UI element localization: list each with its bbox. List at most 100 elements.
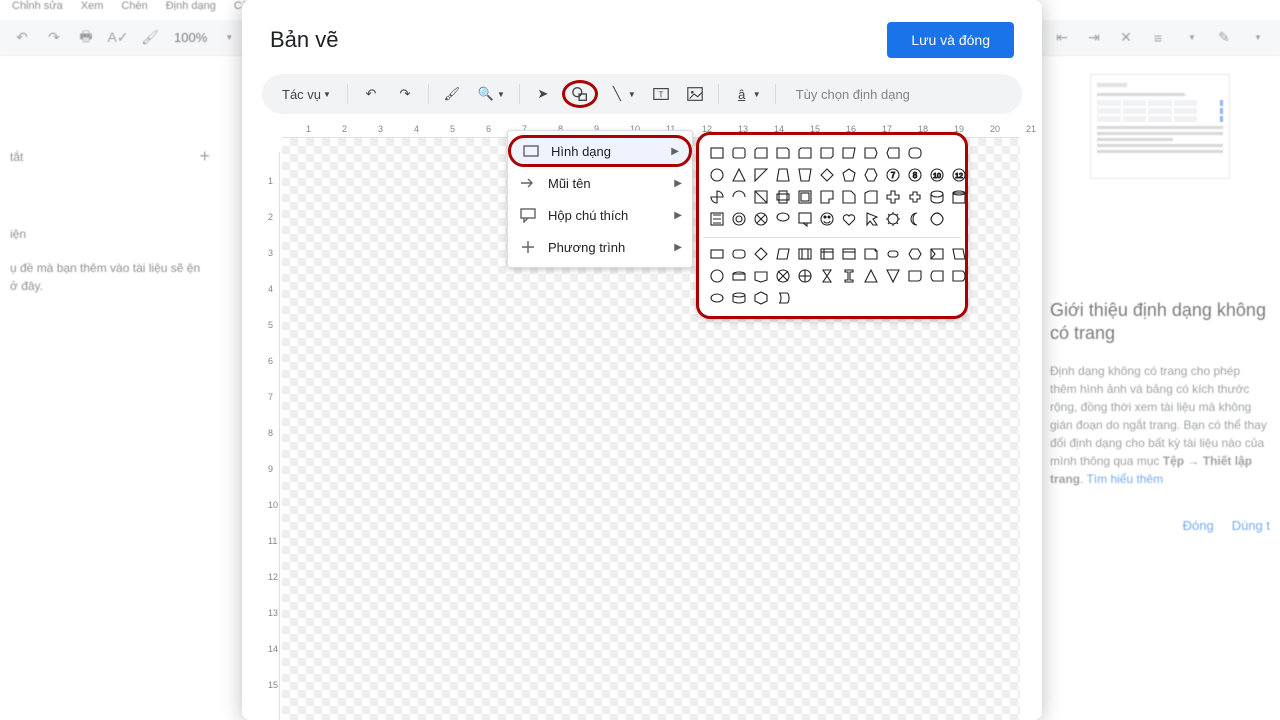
shape-option[interactable]	[861, 209, 881, 229]
clear-format-icon: ✕	[1114, 26, 1138, 50]
shape-option[interactable]	[883, 143, 903, 163]
shape-option[interactable]	[817, 266, 837, 286]
shape-option[interactable]	[751, 209, 771, 229]
shape-option[interactable]	[927, 266, 947, 286]
shape-option[interactable]	[817, 165, 837, 185]
undo-icon: ↶	[10, 26, 34, 50]
shape-option[interactable]	[729, 187, 749, 207]
shape-option[interactable]	[883, 266, 903, 286]
menu-item-equation[interactable]: Phương trình ▶	[508, 231, 692, 263]
line-tool[interactable]: ╲▼	[602, 80, 642, 108]
shape-option[interactable]	[773, 165, 793, 185]
shape-option[interactable]	[905, 244, 925, 264]
shape-option[interactable]	[883, 187, 903, 207]
shape-option[interactable]	[861, 266, 881, 286]
shape-option[interactable]	[949, 244, 969, 264]
shape-option[interactable]	[795, 266, 815, 286]
shape-option[interactable]	[905, 143, 925, 163]
shape-option[interactable]	[773, 187, 793, 207]
shape-option[interactable]	[729, 165, 749, 185]
shape-option[interactable]	[751, 288, 771, 308]
shape-option[interactable]	[927, 187, 947, 207]
menu-item-callouts[interactable]: Hộp chú thích ▶	[508, 199, 692, 231]
image-tool[interactable]	[680, 80, 710, 108]
paint-format-button[interactable]: 🖌	[437, 80, 467, 108]
shape-option[interactable]	[707, 143, 727, 163]
shape-option[interactable]	[839, 244, 859, 264]
shape-option[interactable]	[773, 209, 793, 229]
shape-option[interactable]	[839, 266, 859, 286]
shape-option[interactable]	[817, 244, 837, 264]
zoom-level: 100%	[174, 30, 207, 45]
svg-text:7: 7	[891, 171, 896, 180]
shape-option[interactable]	[751, 143, 771, 163]
shape-option[interactable]	[729, 288, 749, 308]
shape-option[interactable]	[795, 165, 815, 185]
shape-option[interactable]	[795, 187, 815, 207]
shape-option[interactable]	[707, 288, 727, 308]
menu-item-shapes[interactable]: Hình dạng ▶	[508, 135, 692, 167]
shape-option[interactable]: 10	[927, 165, 947, 185]
shape-option[interactable]	[751, 187, 771, 207]
shape-option[interactable]	[839, 187, 859, 207]
shape-option[interactable]	[707, 187, 727, 207]
shape-option[interactable]	[729, 143, 749, 163]
shape-option[interactable]	[927, 244, 947, 264]
shape-option[interactable]	[817, 187, 837, 207]
shape-option[interactable]	[949, 187, 969, 207]
shape-option[interactable]	[795, 244, 815, 264]
shape-option[interactable]	[839, 143, 859, 163]
shape-option[interactable]	[905, 187, 925, 207]
shape-option[interactable]	[861, 187, 881, 207]
shape-option[interactable]	[773, 244, 793, 264]
shape-option[interactable]	[949, 143, 969, 163]
print-icon: 🖶	[74, 26, 98, 50]
shape-option[interactable]	[839, 209, 859, 229]
select-tool[interactable]: ➤	[528, 80, 558, 108]
shape-option[interactable]	[773, 288, 793, 308]
undo-button[interactable]: ↶	[356, 80, 386, 108]
actions-menu[interactable]: Tác vụ▼	[274, 80, 339, 108]
shape-option[interactable]	[773, 143, 793, 163]
shape-option[interactable]	[795, 209, 815, 229]
shape-option[interactable]: 12	[949, 165, 969, 185]
shape-option[interactable]	[729, 244, 749, 264]
shape-option[interactable]	[905, 266, 925, 286]
shape-option[interactable]	[861, 165, 881, 185]
redo-icon: ↷	[396, 85, 414, 103]
shape-option[interactable]: 7	[883, 165, 903, 185]
ruler-tick: 10	[268, 500, 278, 510]
shape-option[interactable]	[707, 209, 727, 229]
shape-option[interactable]	[729, 209, 749, 229]
shape-option[interactable]	[817, 143, 837, 163]
shape-tool[interactable]	[562, 80, 598, 108]
shape-option[interactable]: 8	[905, 165, 925, 185]
shape-option[interactable]	[751, 165, 771, 185]
shape-option[interactable]	[751, 266, 771, 286]
shape-option[interactable]	[949, 209, 969, 229]
shape-option[interactable]	[949, 266, 969, 286]
redo-button[interactable]: ↷	[390, 80, 420, 108]
ruler-tick: 6	[486, 124, 491, 134]
shape-option[interactable]	[905, 209, 925, 229]
shape-option[interactable]	[817, 209, 837, 229]
shape-option[interactable]	[773, 266, 793, 286]
shape-option[interactable]	[839, 165, 859, 185]
shape-option[interactable]	[883, 244, 903, 264]
shape-option[interactable]	[751, 244, 771, 264]
shape-option[interactable]	[795, 143, 815, 163]
shape-option[interactable]	[707, 244, 727, 264]
shape-option[interactable]	[927, 143, 947, 163]
textbox-tool[interactable]: T	[646, 80, 676, 108]
save-and-close-button[interactable]: Lưu và đóng	[887, 22, 1014, 58]
shape-option[interactable]	[861, 143, 881, 163]
zoom-button[interactable]: 🔍▼	[471, 80, 511, 108]
shape-option[interactable]	[861, 244, 881, 264]
shape-option[interactable]	[883, 209, 903, 229]
shape-option[interactable]	[707, 165, 727, 185]
shape-option[interactable]	[927, 209, 947, 229]
line-color-button[interactable]: â▼	[727, 80, 767, 108]
shape-option[interactable]	[707, 266, 727, 286]
shape-option[interactable]	[729, 266, 749, 286]
menu-item-arrows[interactable]: Mũi tên ▶	[508, 167, 692, 199]
